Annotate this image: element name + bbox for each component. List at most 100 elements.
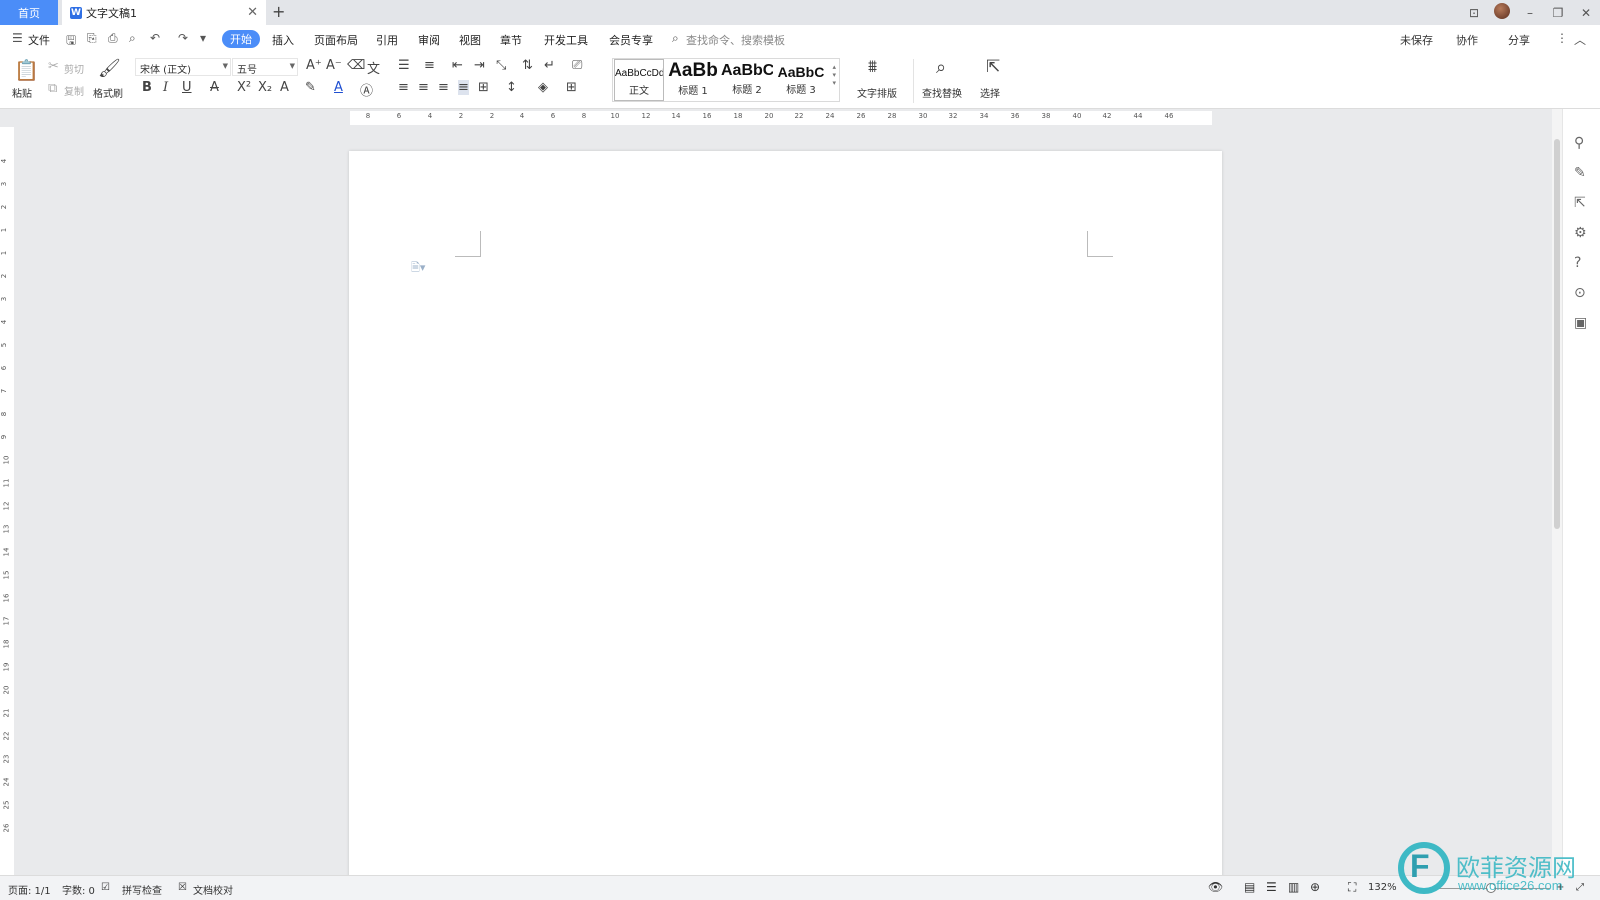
font-size-select[interactable]: 五号 ▼ xyxy=(232,58,298,76)
document-canvas[interactable]: 🗎▾ xyxy=(14,127,1552,875)
find-replace-label[interactable]: 查找替换 xyxy=(922,85,962,100)
format-painter-icon[interactable]: 🖌 xyxy=(98,58,121,79)
unsaved-status[interactable]: 未保存 xyxy=(1400,32,1433,48)
outline-view-icon[interactable]: ☰ xyxy=(1266,880,1277,894)
subscript-icon[interactable]: X₂ xyxy=(258,80,272,95)
close-icon[interactable]: ✕ xyxy=(1572,6,1600,20)
close-tab-icon[interactable]: ✕ xyxy=(247,5,258,20)
style-normal[interactable]: AaBbCcDd 正文 xyxy=(614,59,664,101)
menu-tab-view[interactable]: 视图 xyxy=(459,32,481,48)
font-name-select[interactable]: 宋体 (正文) ▼ xyxy=(135,58,231,76)
location-icon[interactable]: ⊙ xyxy=(1574,285,1586,301)
align-center-icon[interactable]: ≡ xyxy=(418,80,429,95)
page-view-icon[interactable]: ▤ xyxy=(1244,880,1255,894)
menu-tab-chapter[interactable]: 章节 xyxy=(500,32,522,48)
doc-proof-label[interactable]: 文档校对 xyxy=(193,882,233,897)
decrease-indent-icon[interactable]: ⇤ xyxy=(452,58,463,73)
help-icon[interactable]: ? xyxy=(1574,255,1581,271)
grow-font-icon[interactable]: A⁺ xyxy=(306,58,322,73)
style-heading-1[interactable]: AaBb 标题 1 xyxy=(667,59,719,101)
style-heading-3[interactable]: AaBbC 标题 3 xyxy=(775,59,827,101)
fit-page-icon[interactable]: ⛶ xyxy=(1348,880,1356,895)
distributed-icon[interactable]: ⊞ xyxy=(478,80,489,95)
show-marks-icon[interactable]: ↵ xyxy=(544,58,555,73)
minimize-icon[interactable]: – xyxy=(1516,6,1544,20)
word-count[interactable]: 字数: 0 xyxy=(62,882,95,897)
pen-icon[interactable]: ✎ xyxy=(1574,165,1586,181)
copy-icon[interactable]: ⧉ xyxy=(48,81,57,96)
zoom-level[interactable]: 132% xyxy=(1368,882,1397,893)
menu-tab-member[interactable]: 会员专享 xyxy=(609,32,653,48)
menu-tab-insert[interactable]: 插入 xyxy=(272,32,294,48)
menu-file[interactable]: 文件 xyxy=(28,32,50,48)
bullet-list-icon[interactable]: ☰ xyxy=(398,58,410,73)
underline-icon[interactable]: U xyxy=(182,80,192,95)
superscript-icon[interactable]: X² xyxy=(237,80,251,95)
style-heading-2[interactable]: AaBbC 标题 2 xyxy=(721,59,773,101)
numbered-list-icon[interactable]: ≡ xyxy=(424,58,435,73)
page-break-icon[interactable]: ⎚ xyxy=(572,58,582,73)
tab-document[interactable]: W 文字文稿1 ✕ xyxy=(62,0,266,25)
format-painter-label[interactable]: 格式刷 xyxy=(93,85,123,100)
export-pdf-icon[interactable]: ⎘ xyxy=(87,31,97,46)
phonetic-guide-icon[interactable]: 文 xyxy=(367,58,380,77)
font-color-icon[interactable]: A xyxy=(334,80,343,95)
collapse-ribbon-icon[interactable]: ︿ xyxy=(1574,31,1586,48)
scrollbar-thumb[interactable] xyxy=(1554,139,1560,529)
vertical-scrollbar[interactable] xyxy=(1552,109,1562,875)
restore-icon[interactable]: ❐ xyxy=(1544,6,1572,20)
style-panel-icon[interactable]: ⚲ xyxy=(1574,135,1584,151)
highlight-icon[interactable]: ✎ xyxy=(305,80,316,95)
properties-icon[interactable]: ⚙ xyxy=(1574,225,1587,241)
paragraph-options-icon[interactable]: 🗎▾ xyxy=(411,259,425,278)
sort-icon[interactable]: ⇅ xyxy=(522,58,533,73)
image-tool-icon[interactable]: ▣ xyxy=(1574,315,1587,331)
document-page[interactable]: 🗎▾ xyxy=(349,151,1222,875)
eye-protection-icon[interactable]: 👁 xyxy=(1208,880,1223,894)
horizontal-ruler[interactable]: 8 6 4 2 2 4 6 8 10 12 14 16 18 20 22 24 26 28 30 32 34 36 38 40… xyxy=(0,109,1552,127)
hamburger-menu-icon[interactable]: ☰ xyxy=(12,31,23,45)
increase-indent-icon[interactable]: ⇥ xyxy=(474,58,485,73)
layout-icon[interactable]: ⊡ xyxy=(1460,6,1488,20)
select-cursor-icon[interactable]: ⇱ xyxy=(986,57,1000,77)
print-preview-icon[interactable]: ⌕ xyxy=(129,31,136,46)
borders-icon[interactable]: ⊞ xyxy=(566,80,577,95)
command-search-input[interactable]: 查找命令、搜索模板 xyxy=(686,32,785,48)
select-label[interactable]: 选择 xyxy=(980,85,1000,100)
paste-icon[interactable]: 📋 xyxy=(14,58,39,82)
tab-home[interactable]: 首页 xyxy=(0,0,58,25)
undo-icon[interactable]: ↶ xyxy=(150,31,160,45)
style-scroll-icon[interactable]: ▴ ▾ ▾ xyxy=(832,63,836,87)
copy-label[interactable]: 复制 xyxy=(64,83,84,98)
collaborate-button[interactable]: 协作 xyxy=(1456,32,1478,48)
menu-tab-developer[interactable]: 开发工具 xyxy=(544,32,588,48)
text-effect-icon[interactable]: A xyxy=(280,80,289,95)
spellcheck-label[interactable]: 拼写检查 xyxy=(122,882,162,897)
text-direction-icon[interactable]: ⤡ xyxy=(496,58,506,73)
shrink-font-icon[interactable]: A⁻ xyxy=(326,58,342,73)
cut-icon[interactable]: ✂ xyxy=(48,59,59,74)
share-button[interactable]: 分享 xyxy=(1508,32,1530,48)
italic-icon[interactable]: I xyxy=(163,80,168,95)
web-view-icon[interactable]: ⊕ xyxy=(1310,880,1320,894)
print-icon[interactable]: ⎙ xyxy=(108,31,118,46)
menu-tab-page-layout[interactable]: 页面布局 xyxy=(314,32,358,48)
save-icon[interactable]: 🖫 xyxy=(66,31,76,52)
customize-quick-access-icon[interactable]: ▾ xyxy=(200,31,206,45)
select-objects-icon[interactable]: ⇱ xyxy=(1574,195,1586,211)
doc-proof-checkbox-icon[interactable]: ☒ xyxy=(178,882,187,893)
cut-label[interactable]: 剪切 xyxy=(64,61,84,76)
shading-icon[interactable]: ◈ xyxy=(538,80,548,95)
menu-tab-references[interactable]: 引用 xyxy=(376,32,398,48)
text-layout-icon[interactable]: ⩩ xyxy=(868,57,877,77)
page-indicator[interactable]: 页面: 1/1 xyxy=(8,882,51,897)
find-replace-icon[interactable]: ⌕ xyxy=(936,57,946,78)
align-right-icon[interactable]: ≡ xyxy=(438,80,449,95)
spellcheck-checkbox-icon[interactable]: ☑ xyxy=(101,882,110,893)
paste-label[interactable]: 粘贴 xyxy=(12,85,32,100)
strikethrough-icon[interactable]: A xyxy=(210,80,219,95)
reading-view-icon[interactable]: ▥ xyxy=(1288,880,1299,894)
vertical-ruler[interactable]: 4 3 2 1 1 2 3 4 5 6 7 8 9 10 11 12 13 14 15 16 17 18 19 20 21 22 2… xyxy=(0,127,14,875)
justify-icon[interactable]: ≡ xyxy=(458,80,469,95)
clear-format-icon[interactable]: ⌫ xyxy=(347,58,365,73)
